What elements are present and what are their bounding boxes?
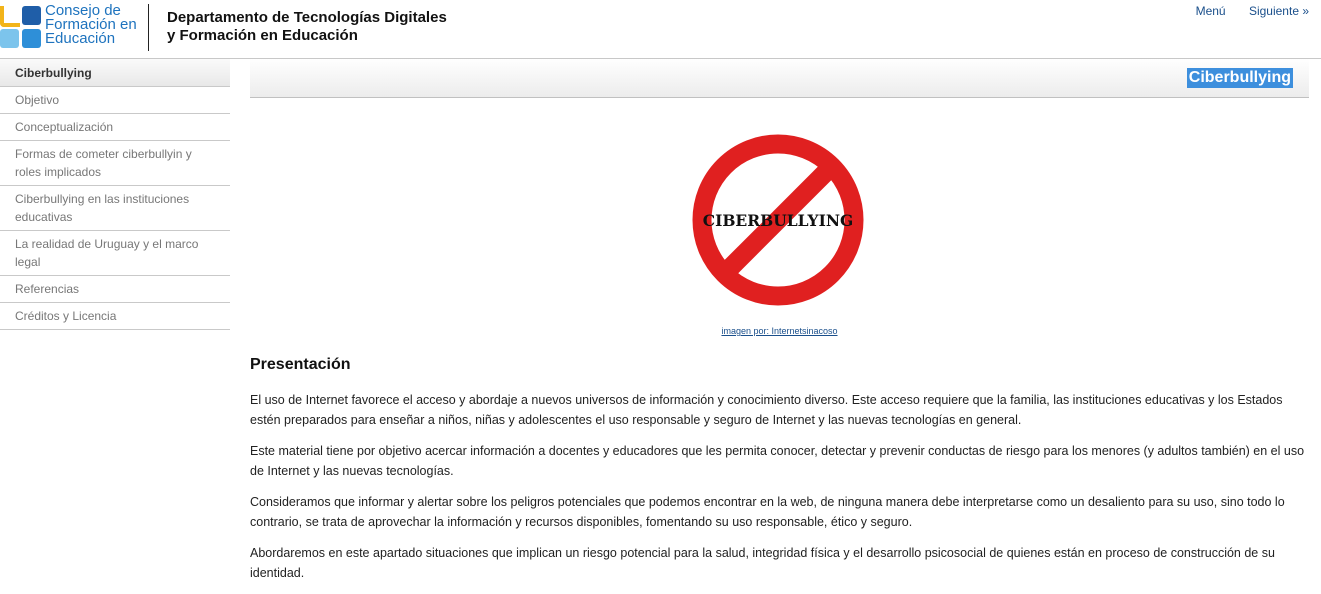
top-navigation: Menú Siguiente » [1176, 4, 1309, 18]
paragraph: Abordaremos en este apartado situaciones… [250, 546, 1275, 580]
article-body: El uso de Internet favorece el acceso y … [250, 390, 1309, 594]
no-entry-prohibition-icon: CIBERBULLYING [692, 134, 867, 309]
department-title-line-1: Departamento de Tecnologías Digitales [167, 9, 447, 26]
paragraph: El uso de Internet favorece el acceso y … [250, 393, 1283, 427]
logo-text: Consejo de Formación en Educación [45, 3, 137, 47]
page-title: Ciberbullying [1186, 68, 1293, 88]
paragraph: Este material tiene por objetivo acercar… [250, 444, 1305, 478]
page-header: Consejo de Formación en Educación Depart… [0, 0, 1321, 59]
image-caption: imagen por: Internetsinacoso [692, 326, 867, 336]
sidebar-item-instituciones[interactable]: Ciberbullying en las instituciones educa… [0, 186, 230, 231]
cfe-logo[interactable]: Consejo de Formación en Educación [0, 3, 150, 52]
department-title: Departamento de Tecnologías Digitales y … [167, 9, 447, 45]
sidebar-item-referencias[interactable]: Referencias [0, 276, 230, 303]
sidebar-item-creditos[interactable]: Créditos y Licencia [0, 303, 230, 330]
sidebar-nav: Ciberbullying Objetivo Conceptualización… [0, 59, 230, 330]
department-title-line-2: y Formación en Educación [167, 27, 358, 44]
header-divider [148, 4, 149, 51]
ciberbullying-image: CIBERBULLYING [692, 134, 867, 309]
section-heading: Presentación [250, 356, 351, 373]
sidebar-item-objetivo[interactable]: Objetivo [0, 87, 230, 114]
sidebar-item-formas[interactable]: Formas de cometer ciberbullyin y roles i… [0, 141, 230, 186]
title-bar: Ciberbullying [250, 59, 1309, 98]
image-credit-link[interactable]: imagen por: Internetsinacoso [721, 326, 837, 336]
paragraph: Consideramos que informar y alertar sobr… [250, 495, 1285, 529]
next-link[interactable]: Siguiente » [1249, 4, 1309, 18]
image-text: CIBERBULLYING [703, 211, 854, 230]
sidebar-item-conceptualizacion[interactable]: Conceptualización [0, 114, 230, 141]
logo-line-3: Educación [45, 30, 116, 47]
logo-mark-icon [0, 6, 42, 50]
menu-link[interactable]: Menú [1196, 4, 1226, 18]
sidebar-item-uruguay[interactable]: La realidad de Uruguay y el marco legal [0, 231, 230, 276]
main-content: Ciberbullying CIBERBULLYING imagen por: … [250, 59, 1309, 580]
sidebar-item-ciberbullying[interactable]: Ciberbullying [0, 59, 230, 87]
